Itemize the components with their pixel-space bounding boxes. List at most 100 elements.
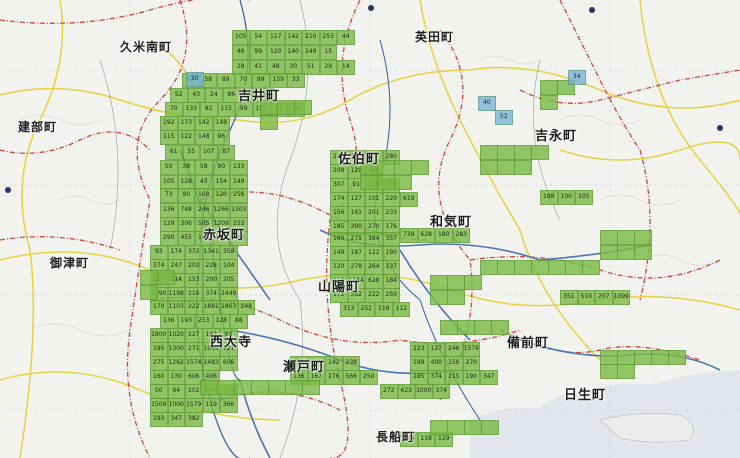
grid-cell: [600, 245, 618, 260]
grid-cell: 264: [365, 260, 383, 275]
grid-cell: 222: [185, 300, 203, 315]
grid-cell: 118: [375, 302, 393, 317]
grid-cell: 188: [540, 190, 558, 205]
grid-cell: 120: [330, 260, 348, 275]
grid-cell: 115: [160, 130, 178, 145]
grid-cell: 246: [445, 342, 463, 357]
grid-cell: 149: [302, 45, 320, 60]
grid-cell: 1483: [202, 356, 220, 371]
grid-cell: [514, 260, 532, 275]
grid-cell: 82: [200, 102, 218, 117]
grid-cell: [360, 175, 378, 190]
grid-cell: 222: [365, 288, 383, 303]
grid-cell: 193: [177, 314, 195, 329]
grid-cell: 127: [427, 342, 445, 357]
grid-cell: 150: [445, 356, 463, 371]
grid-cell: 185: [410, 370, 428, 385]
grid-cell: 307: [330, 178, 348, 193]
grid-cell: 1020: [167, 328, 185, 343]
grid-cell: 1303: [230, 203, 248, 218]
grid-cell: [582, 260, 600, 275]
grid-cell: 140: [284, 45, 302, 60]
grid-cell: [140, 270, 158, 285]
grid-cell: 105: [232, 30, 250, 45]
grid-cell: [565, 260, 583, 275]
town-label-osafune: 長船町: [376, 430, 416, 444]
grid-cell: 313: [340, 302, 358, 317]
grid-cell: 93: [150, 245, 168, 260]
grid-cell: 1266: [212, 203, 230, 218]
grid-cell: [447, 275, 465, 290]
town-label-takebe: 建部町: [18, 120, 58, 134]
grid-cell: 43: [187, 88, 205, 103]
grid-cell: 253: [195, 314, 213, 329]
grid-cell: 153: [185, 273, 203, 288]
town-label-wake: 和気町: [430, 215, 473, 230]
grid-cell: 58: [195, 160, 213, 175]
grid-cell: 136: [160, 203, 178, 218]
grid-cell: 142: [325, 356, 343, 371]
grid-cell: 112: [392, 302, 410, 317]
grid-cell: 1509: [150, 398, 168, 413]
town-label-hinase: 日生町: [564, 388, 607, 403]
grid-cell: [411, 160, 429, 175]
grid-cell: 117: [267, 30, 285, 45]
grid-cell: 246: [195, 203, 213, 218]
grid-cell: 29: [319, 60, 337, 75]
grid-cell: 205: [220, 273, 238, 288]
grid-cell: 192: [160, 116, 178, 131]
grid-cell: [497, 260, 515, 275]
grid-cell: [285, 380, 303, 395]
grid-cell: 195: [150, 342, 168, 357]
grid-cell: 223: [410, 342, 428, 357]
grid-cell: 160: [330, 232, 348, 247]
grid-cell: 180: [435, 228, 453, 243]
grid-cell: 87: [217, 145, 235, 160]
grid-cell: 73: [160, 188, 178, 203]
grid-cell: 250: [360, 370, 378, 385]
grid-cell: [634, 230, 652, 245]
grid-cell: 1574: [185, 356, 203, 371]
grid-cell: [377, 175, 395, 190]
grid-cell: [497, 160, 515, 175]
grid-cell: 101: [365, 192, 383, 207]
grid-cell: 248: [237, 300, 255, 315]
grid-cell: 128: [212, 314, 230, 329]
grid-cell: 160: [150, 370, 168, 385]
grid-cell: [491, 320, 509, 335]
grid-cell: [634, 350, 652, 365]
grid-cell: 173: [177, 116, 195, 131]
grid-cell: 130: [167, 370, 185, 385]
grid-cell: 1099: [612, 290, 630, 305]
grid-cell: 156: [330, 206, 348, 221]
grid-cell: 382: [185, 412, 203, 427]
town-label-mitsu: 御津町: [50, 256, 90, 270]
grid-cell: [294, 100, 312, 115]
grid-cell: 619: [400, 192, 418, 207]
grid-cell: [480, 145, 498, 160]
grid-cell: [480, 160, 498, 175]
grid-cell: 566: [342, 370, 360, 385]
grid-cell: 623: [397, 384, 415, 399]
grid-cell: 374: [432, 384, 450, 399]
grid-cell: [140, 285, 158, 300]
grid-cell-blue: 30: [186, 72, 204, 87]
grid-cell: [514, 145, 532, 160]
grid-cell: 358: [220, 245, 238, 260]
grid-cell: [464, 420, 482, 435]
grid-cell: 15: [319, 45, 337, 60]
town-label-akaiwa: 赤坂町: [203, 228, 246, 243]
grid-cell: 290: [160, 231, 178, 246]
grid-cell: 94: [167, 384, 185, 399]
grid-cell: 160: [195, 188, 213, 203]
grid-cell: [617, 364, 635, 379]
grid-cell: 44: [337, 30, 355, 45]
grid-cell: 133: [230, 160, 248, 175]
grid-cell: 270: [462, 356, 480, 371]
grid-cell: 99: [235, 102, 253, 117]
grid-cell: 384: [365, 232, 383, 247]
map-view[interactable]: 105 54 117 142 210 253 44 46 99 120 140 149 15 28 41 48…: [0, 0, 740, 458]
grid-cell: 347: [480, 370, 498, 385]
grid-cell: 174: [330, 192, 348, 207]
grid-cell: 149: [330, 246, 348, 261]
